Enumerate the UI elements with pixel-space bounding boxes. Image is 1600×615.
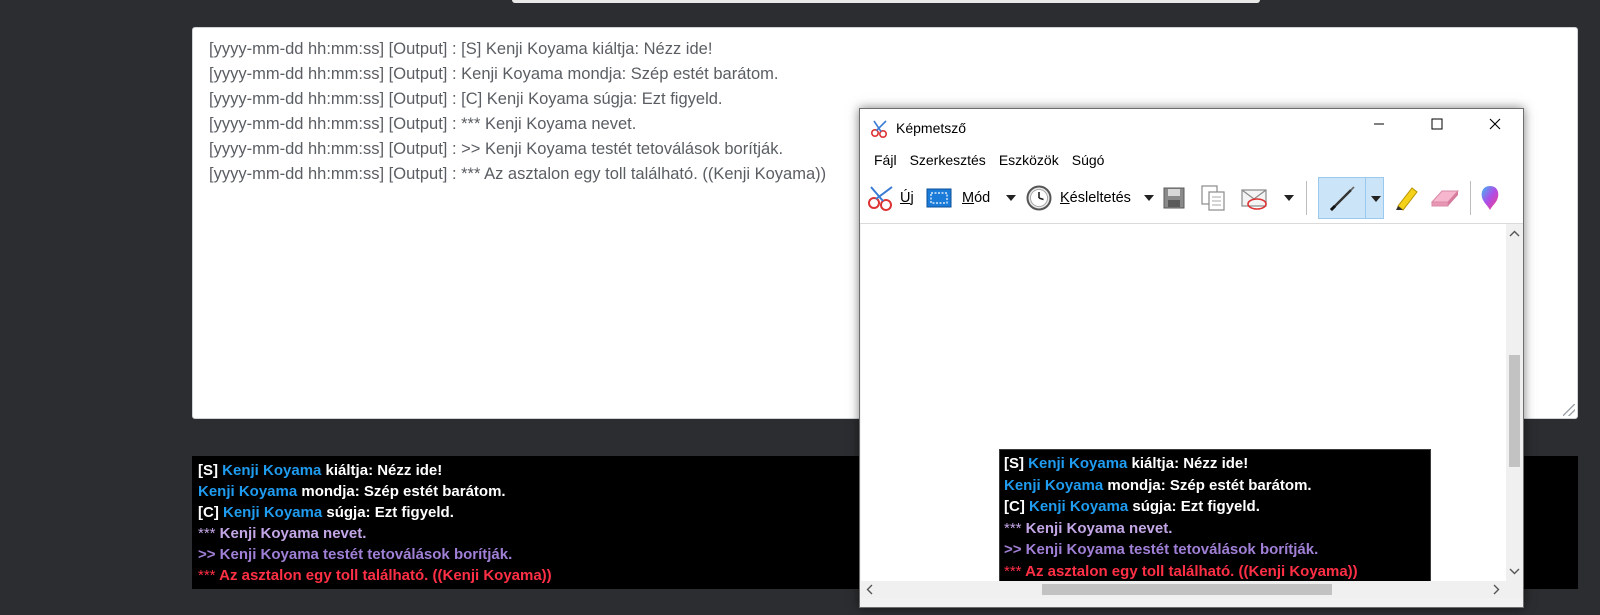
- email-dropdown-button[interactable]: [1284, 173, 1294, 223]
- chat-line-item: *** Az asztalon egy toll található. ((Ke…: [1004, 562, 1358, 580]
- snip-canvas[interactable]: [S] Kenji Koyama kiáltja: Nézz ide! Kenj…: [861, 224, 1506, 581]
- pen-icon: [1329, 186, 1355, 212]
- chevron-down-icon: [1284, 195, 1294, 201]
- email-icon: [1241, 189, 1267, 210]
- save-icon: [1163, 187, 1185, 209]
- toolbar: Új Mód Késleltetés: [860, 173, 1523, 224]
- pen-tool-button[interactable]: [1318, 177, 1384, 219]
- scissors-icon: [870, 120, 888, 139]
- mode-button[interactable]: Mód: [926, 173, 990, 223]
- mode-dropdown-button[interactable]: [1006, 173, 1016, 223]
- toolbar-separator: [1306, 181, 1307, 215]
- new-snip-label-key: Ú: [900, 190, 911, 206]
- chat-line-description: >> Kenji Koyama testét tetoválások borít…: [1004, 541, 1319, 558]
- chevron-down-icon: [1371, 196, 1381, 202]
- resize-grip-icon[interactable]: [1563, 404, 1575, 416]
- vertical-scrollbar[interactable]: [1506, 224, 1523, 581]
- new-snip-label-rest: j: [910, 190, 914, 206]
- horizontal-scrollbar[interactable]: [861, 581, 1506, 598]
- window-title: Képmetsző: [896, 120, 967, 136]
- horizontal-scroll-thumb[interactable]: [1042, 584, 1332, 595]
- clock-icon: [1026, 185, 1052, 211]
- send-email-button[interactable]: [1240, 173, 1270, 223]
- eraser-tool-button[interactable]: [1430, 173, 1460, 223]
- chevron-down-icon: [1006, 195, 1016, 201]
- highlighter-icon: [1396, 187, 1418, 211]
- chevron-up-icon: [1509, 230, 1520, 237]
- delay-label-key: K: [1060, 190, 1070, 206]
- copy-icon: [1201, 185, 1225, 211]
- chevron-right-icon: [1493, 584, 1500, 595]
- chevron-down-icon: [1509, 568, 1520, 575]
- eraser-icon: [1430, 190, 1460, 207]
- maximize-icon: [1431, 118, 1443, 130]
- chevron-left-icon: [866, 584, 873, 595]
- delay-dropdown-button[interactable]: [1144, 173, 1154, 223]
- chat-line-emote: *** Kenji Koyama nevet.: [1004, 519, 1173, 537]
- paint3d-icon: [1481, 186, 1499, 210]
- menu-bar: Fájl Szerkesztés Eszközök Súgó: [860, 147, 1523, 173]
- chat-line-say: Kenji Koyama mondja: Szép estét barátom.: [1004, 476, 1312, 494]
- menu-file[interactable]: Fájl: [868, 152, 904, 168]
- mode-label-rest: ód: [974, 190, 991, 206]
- delay-button[interactable]: Késleltetés: [1026, 173, 1131, 223]
- chat-line-whisper: [C] Kenji Koyama súgja: Ezt figyeld.: [1004, 498, 1260, 515]
- chevron-down-icon: [1144, 195, 1154, 201]
- rectangle-select-icon: [926, 188, 952, 208]
- snipping-tool-window: Képmetsző Fájl Szerkesztés Eszközök Súgó…: [859, 108, 1524, 608]
- scissors-icon: [868, 186, 893, 211]
- mode-label-key: M: [962, 190, 975, 206]
- log-line: [yyyy-mm-dd hh:mm:ss] [Output] : [S] Ken…: [209, 40, 713, 58]
- top-input-bar: [512, 0, 1260, 3]
- close-button[interactable]: [1466, 109, 1524, 139]
- title-bar[interactable]: Képmetsző: [860, 109, 1523, 147]
- menu-tools[interactable]: Eszközök: [993, 152, 1066, 168]
- copy-button[interactable]: [1200, 173, 1226, 223]
- captured-chat-image: [S] Kenji Koyama kiáltja: Nézz ide! Kenj…: [999, 449, 1431, 581]
- delay-label-rest: ésleltetés: [1069, 190, 1131, 206]
- vertical-scroll-thumb[interactable]: [1509, 355, 1520, 467]
- minimize-icon: [1374, 123, 1384, 125]
- minimize-button[interactable]: [1350, 109, 1408, 139]
- toolbar-separator: [1470, 181, 1471, 215]
- edit-with-paint3d-button[interactable]: [1478, 173, 1502, 223]
- menu-edit[interactable]: Szerkesztés: [904, 152, 993, 168]
- close-icon: [1489, 118, 1501, 130]
- save-button[interactable]: [1162, 173, 1186, 223]
- resize-corner-icon[interactable]: [1506, 581, 1523, 598]
- new-snip-button[interactable]: Új: [866, 173, 914, 223]
- log-line: [yyyy-mm-dd hh:mm:ss] [Output] : Kenji K…: [209, 65, 779, 83]
- maximize-button[interactable]: [1408, 109, 1466, 139]
- menu-help[interactable]: Súgó: [1066, 152, 1112, 168]
- highlighter-tool-button[interactable]: [1392, 173, 1420, 223]
- chat-line-shout: [S] Kenji Koyama kiáltja: Nézz ide!: [1004, 455, 1249, 472]
